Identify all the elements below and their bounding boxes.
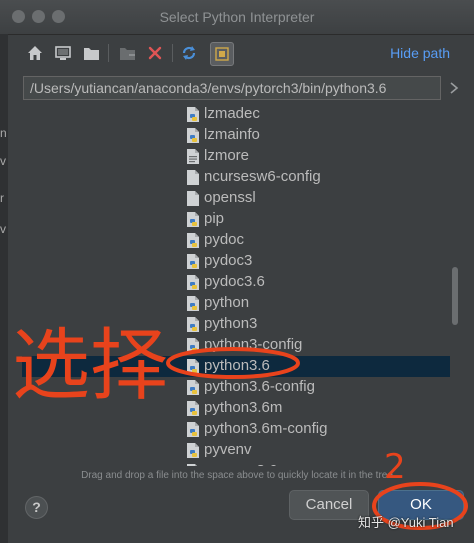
tree-row[interactable]: pyvenv-3.6 xyxy=(22,461,450,466)
tree-row-label: python3 xyxy=(204,315,258,332)
window-title: Select Python Interpreter xyxy=(159,9,315,25)
tree-row[interactable]: python xyxy=(22,293,450,314)
tree-row[interactable]: python3-config xyxy=(22,335,450,356)
edge-letter: n xyxy=(0,126,7,140)
tree-row-label: lzmadec xyxy=(204,105,260,122)
tree-scrollbar[interactable] xyxy=(450,104,460,466)
path-input[interactable]: /Users/yutiancan/anaconda3/envs/pytorch3… xyxy=(23,76,441,100)
python-file-icon xyxy=(185,463,201,466)
tree-row-label: ncursesw6-config xyxy=(204,168,321,185)
title-bar: Select Python Interpreter xyxy=(0,0,474,35)
tree-row-label: python3-config xyxy=(204,336,303,353)
python-file-icon xyxy=(185,106,201,123)
cancel-button[interactable]: Cancel xyxy=(289,490,369,520)
tree-row[interactable]: python3.6m xyxy=(22,398,450,419)
toolbar-separator xyxy=(108,44,109,62)
tree-row-label: lzmore xyxy=(204,147,250,164)
file-tree[interactable]: lzmadec lzmainfo lzmore ncursesw6-config ope… xyxy=(22,104,462,466)
tree-row[interactable]: lzmore xyxy=(22,146,450,167)
toolbar-separator xyxy=(172,44,173,62)
scroll-thumb[interactable] xyxy=(452,267,458,325)
python-file-icon xyxy=(185,127,201,144)
path-history-icon[interactable] xyxy=(449,81,459,95)
help-button[interactable]: ? xyxy=(25,496,48,519)
tree-row[interactable]: pyvenv xyxy=(22,440,450,461)
tree-row-label: lzmainfo xyxy=(204,126,260,143)
file-icon xyxy=(185,169,201,186)
delete-icon[interactable] xyxy=(144,42,166,64)
tree-row-label: pydoc3 xyxy=(204,252,253,269)
hide-path-link[interactable]: Hide path xyxy=(390,45,450,61)
python-file-icon xyxy=(185,316,201,333)
tree-row[interactable]: python3.6-config xyxy=(22,377,450,398)
tree-row[interactable]: python3.6 xyxy=(22,356,450,377)
watermark: 知乎 @Yuki Tian xyxy=(358,515,454,530)
tree-row[interactable]: pip xyxy=(22,209,450,230)
background-window-edge: n v r v xyxy=(0,34,8,543)
tree-row-label: python3.6-config xyxy=(204,378,315,395)
python-file-icon xyxy=(185,379,201,396)
python-file-icon xyxy=(185,442,201,459)
tree-row[interactable]: python3.6m-config xyxy=(22,419,450,440)
tree-row-label: python3.6 xyxy=(204,357,270,374)
tree-row[interactable]: lzmadec xyxy=(22,104,450,125)
tree-row[interactable]: openssl xyxy=(22,188,450,209)
home-icon[interactable] xyxy=(24,42,46,64)
tree-row-label: pip xyxy=(204,210,225,227)
file-icon xyxy=(185,190,201,207)
tree-row[interactable]: lzmainfo xyxy=(22,125,450,146)
tree-row[interactable]: pydoc xyxy=(22,230,450,251)
edge-letter: v xyxy=(0,222,6,236)
python-file-icon xyxy=(185,274,201,291)
tree-row-label: openssl xyxy=(204,189,256,206)
tree-row-label: python3.6m-config xyxy=(204,420,328,437)
tree-row-label: python xyxy=(204,294,250,311)
toolbar: Hide path xyxy=(20,40,460,68)
python-file-icon xyxy=(185,253,201,270)
tree-row-label: python3.6m xyxy=(204,399,283,416)
python-file-icon xyxy=(185,358,201,375)
desktop-icon[interactable] xyxy=(52,42,74,64)
python-file-icon xyxy=(185,295,201,312)
drag-drop-hint: Drag and drop a file into the space abov… xyxy=(81,470,393,481)
tree-row-label: pyvenv-3.6 xyxy=(204,462,277,466)
show-hidden-icon[interactable] xyxy=(210,42,234,66)
text-file-icon xyxy=(185,148,201,165)
python-file-icon xyxy=(185,400,201,417)
tree-row[interactable]: ncursesw6-config xyxy=(22,167,450,188)
python-file-icon xyxy=(185,232,201,249)
folder-icon[interactable] xyxy=(80,42,102,64)
tree-row[interactable]: pydoc3 xyxy=(22,251,450,272)
tree-row-label: pydoc3.6 xyxy=(204,273,265,290)
tree-row[interactable]: python3 xyxy=(22,314,450,335)
tree-row-label: pydoc xyxy=(204,231,245,248)
edge-letter: v xyxy=(0,154,6,168)
refresh-icon[interactable] xyxy=(178,42,200,64)
python-file-icon xyxy=(185,211,201,228)
edge-letter: r xyxy=(0,191,4,205)
tree-row[interactable]: pydoc3.6 xyxy=(22,272,450,293)
python-file-icon xyxy=(185,337,201,354)
python-file-icon xyxy=(185,421,201,438)
tree-row-label: pyvenv xyxy=(204,441,252,458)
new-folder-icon[interactable] xyxy=(116,42,138,64)
